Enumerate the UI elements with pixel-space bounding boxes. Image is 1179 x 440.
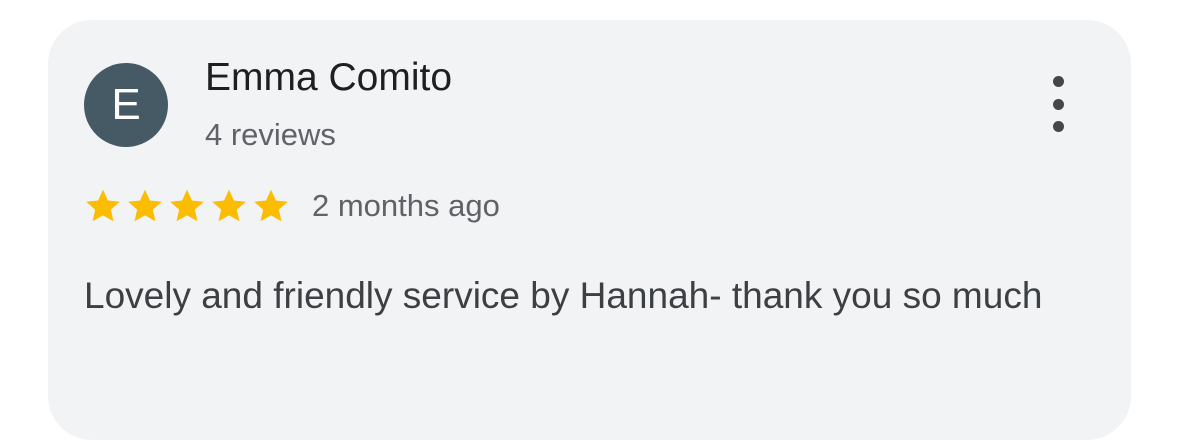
author-review-count[interactable]: 4 reviews [205,117,336,153]
star-icon [86,189,120,222]
star-icon [128,189,162,222]
author-name[interactable]: Emma Comito [205,56,452,100]
review-text: Lovely and friendly service by Hannah- t… [84,275,1043,316]
avatar[interactable]: E [84,63,168,147]
star-icon [170,189,204,222]
star-rating [83,186,291,226]
star-icon [212,189,246,222]
more-vert-icon-dot [1052,98,1064,110]
more-vert-icon-dot [1052,121,1064,132]
review-time: 2 months ago [312,188,500,223]
more-vert-icon [1052,76,1064,87]
star-icon [254,189,288,222]
avatar-initial: E [111,80,141,129]
more-options-button[interactable] [1042,76,1074,132]
